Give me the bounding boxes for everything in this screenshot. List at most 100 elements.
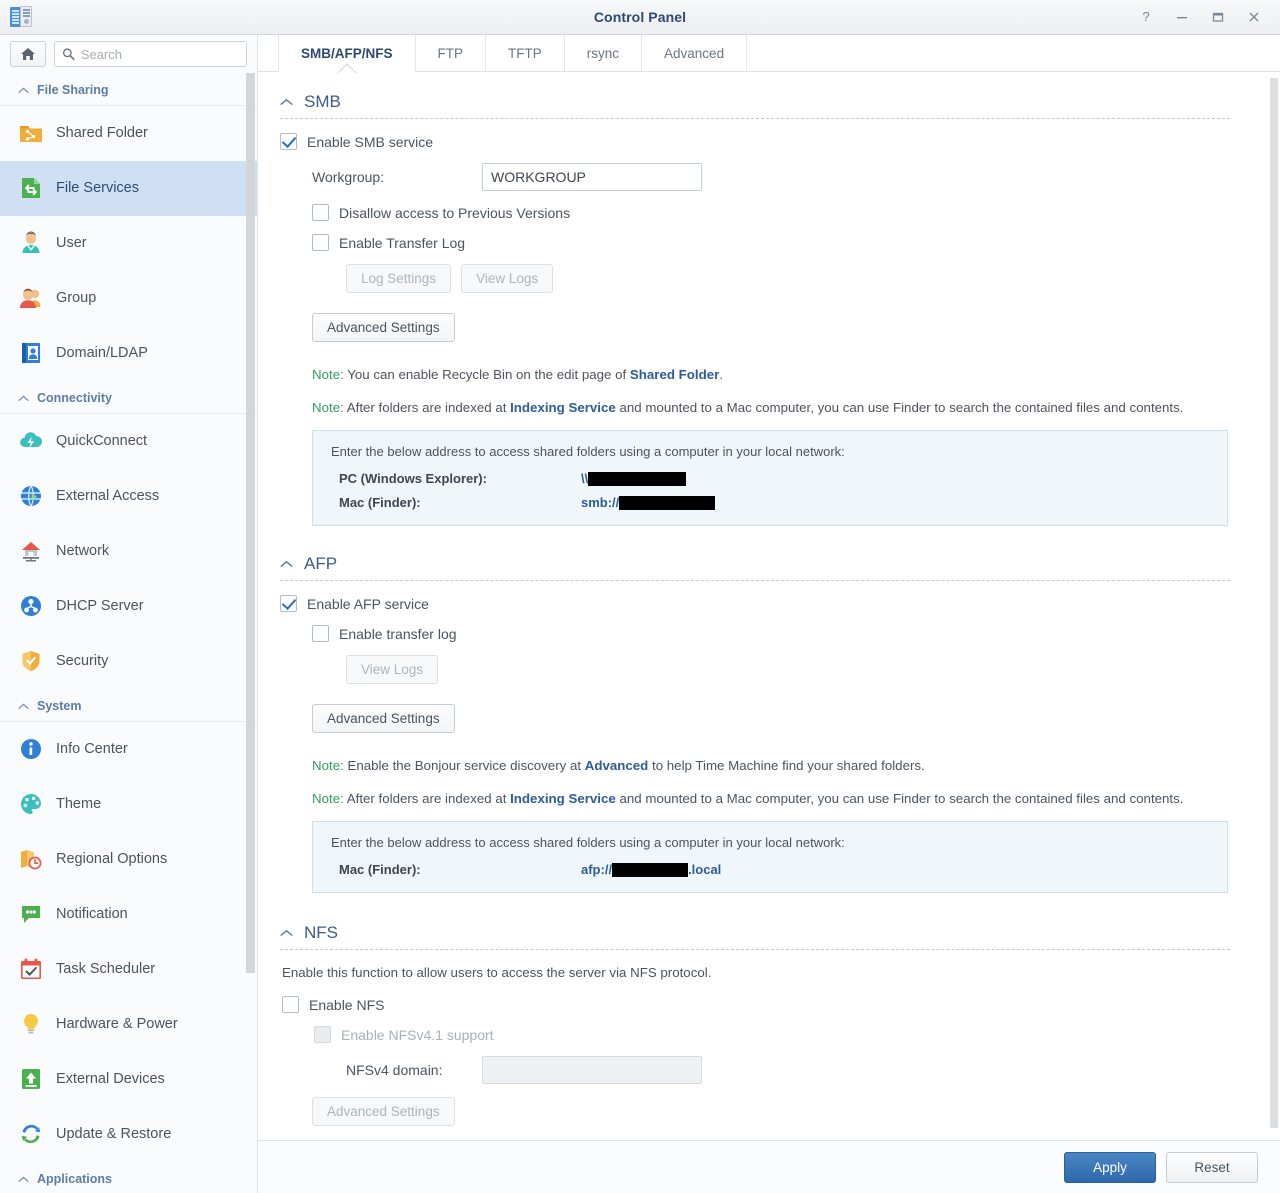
reset-button[interactable]: Reset	[1166, 1151, 1258, 1183]
sidebar-item-shared-folder[interactable]: Shared Folder	[0, 106, 257, 161]
enable-transfer-log-checkbox[interactable]	[312, 234, 329, 251]
sidebar-group-applications[interactable]: Applications	[0, 1162, 257, 1193]
sidebar-item-theme[interactable]: Theme	[0, 777, 257, 832]
sidebar-item-label: Group	[56, 290, 97, 306]
afp-view-logs-button[interactable]: View Logs	[346, 655, 439, 684]
regional-options-icon	[18, 846, 44, 872]
section-title: AFP	[304, 554, 338, 573]
advanced-link[interactable]: Advanced	[585, 758, 649, 773]
content-scrollbar-thumb[interactable]	[1270, 78, 1278, 1128]
chevron-up-icon	[280, 98, 293, 105]
enable-smb-label[interactable]: Enable SMB service	[307, 134, 433, 150]
close-button[interactable]	[1236, 2, 1272, 32]
sidebar-item-user[interactable]: User	[0, 216, 257, 271]
enable-smb-checkbox[interactable]	[280, 133, 297, 150]
help-button[interactable]: ?	[1128, 2, 1164, 32]
section-header-afp[interactable]: AFP	[280, 548, 1230, 579]
sidebar-item-regional-options[interactable]: Regional Options	[0, 832, 257, 887]
external-devices-icon	[18, 1066, 44, 1092]
disallow-previous-versions-label[interactable]: Disallow access to Previous Versions	[339, 205, 570, 221]
minimize-button[interactable]	[1164, 2, 1200, 32]
note-text: After folders are indexed at	[343, 400, 511, 415]
indexing-service-link[interactable]: Indexing Service	[510, 400, 616, 415]
sidebar-item-dhcp-server[interactable]: DHCP Server	[0, 579, 257, 634]
sidebar-item-label: Notification	[56, 906, 128, 922]
nfsv4-domain-input[interactable]	[482, 1056, 702, 1084]
sidebar-item-domain-ldap[interactable]: Domain/LDAP	[0, 326, 257, 381]
nfs-advanced-settings-button[interactable]: Advanced Settings	[312, 1097, 455, 1126]
afp-enable-transfer-log-label[interactable]: Enable transfer log	[339, 626, 457, 642]
sidebar-item-notification[interactable]: Notification	[0, 887, 257, 942]
tab-tftp[interactable]: TFTP	[486, 35, 565, 72]
sidebar-group-connectivity[interactable]: Connectivity	[0, 381, 257, 414]
tab-advanced[interactable]: Advanced	[642, 35, 748, 72]
section-header-nfs[interactable]: NFS	[280, 917, 1230, 948]
mac-address-prefix: smb://	[581, 495, 620, 510]
sidebar-item-hardware-power[interactable]: Hardware & Power	[0, 997, 257, 1052]
note-text-end: .	[719, 367, 724, 382]
afp-view-logs-row: View Logs	[346, 655, 1230, 684]
nfs-description: Enable this function to allow users to a…	[282, 965, 712, 980]
apply-button[interactable]: Apply	[1064, 1151, 1156, 1183]
sidebar-scrollbar-thumb[interactable]	[246, 73, 255, 973]
enable-nfs-label[interactable]: Enable NFS	[309, 997, 384, 1013]
afp-address-infobox: Enter the below address to access shared…	[312, 821, 1228, 893]
redacted-hostname	[612, 862, 689, 877]
tab-rsync[interactable]: rsync	[565, 35, 643, 72]
sidebar-group-label: Applications	[37, 1172, 113, 1186]
section-header-smb[interactable]: SMB	[280, 86, 1230, 117]
smb-view-logs-button[interactable]: View Logs	[461, 264, 554, 293]
search-input[interactable]	[80, 46, 246, 62]
note-lead: Note:	[312, 367, 344, 382]
sidebar-group-file-sharing[interactable]: File Sharing	[0, 73, 257, 106]
afp-advanced-settings-button[interactable]: Advanced Settings	[312, 704, 455, 733]
sidebar-item-external-access[interactable]: External Access	[0, 469, 257, 524]
window-body: File Sharing Shared Folder	[0, 35, 1280, 1193]
content-scrollbar[interactable]	[1270, 78, 1278, 1134]
tab-smb-afp-nfs[interactable]: SMB/AFP/NFS	[278, 35, 416, 73]
section-title: NFS	[304, 923, 338, 942]
home-button[interactable]	[10, 41, 46, 67]
tab-ftp[interactable]: FTP	[416, 35, 487, 72]
sidebar-item-file-services[interactable]: File Services	[0, 161, 257, 216]
sidebar-item-group[interactable]: Group	[0, 271, 257, 326]
smb-enable-row: Enable SMB service	[280, 133, 1230, 150]
afp-enable-transfer-log-checkbox[interactable]	[312, 625, 329, 642]
search-box[interactable]	[53, 41, 247, 67]
shared-folder-link[interactable]: Shared Folder	[630, 367, 719, 382]
sidebar-item-info-center[interactable]: Info Center	[0, 722, 257, 777]
section-divider	[280, 580, 1230, 581]
sidebar-item-label: Shared Folder	[56, 125, 148, 141]
log-settings-button[interactable]: Log Settings	[346, 264, 452, 293]
indexing-service-link[interactable]: Indexing Service	[510, 791, 616, 806]
smb-note-recycle-bin: Note: You can enable Recycle Bin on the …	[312, 364, 1228, 385]
sidebar-item-label: Theme	[56, 796, 102, 812]
enable-nfsv41-checkbox	[314, 1026, 331, 1043]
sidebar-toolbar	[0, 35, 257, 73]
window-title: Control Panel	[593, 9, 687, 25]
disallow-previous-versions-checkbox[interactable]	[312, 204, 329, 221]
sidebar-item-external-devices[interactable]: External Devices	[0, 1052, 257, 1107]
section-title: SMB	[304, 92, 341, 111]
chevron-up-icon	[18, 395, 29, 401]
sidebar-item-label: Hardware & Power	[56, 1016, 178, 1032]
quickconnect-icon	[18, 428, 44, 454]
enable-nfs-checkbox[interactable]	[282, 996, 299, 1013]
sidebar-item-update-restore[interactable]: Update & Restore	[0, 1107, 257, 1162]
sidebar-group-system[interactable]: System	[0, 689, 257, 722]
nfs-domain-row: NFSv4 domain:	[346, 1056, 1230, 1084]
sidebar-item-task-scheduler[interactable]: Task Scheduler	[0, 942, 257, 997]
enable-transfer-log-label[interactable]: Enable Transfer Log	[339, 235, 465, 251]
chevron-up-icon	[18, 87, 29, 93]
sidebar-item-network[interactable]: Network	[0, 524, 257, 579]
enable-afp-label[interactable]: Enable AFP service	[307, 596, 429, 612]
smb-advanced-settings-button[interactable]: Advanced Settings	[312, 313, 455, 342]
maximize-button[interactable]	[1200, 2, 1236, 32]
sidebar-item-label: Task Scheduler	[56, 961, 156, 977]
enable-afp-checkbox[interactable]	[280, 595, 297, 612]
pc-address-prefix: \\	[581, 471, 589, 486]
sidebar-item-quickconnect[interactable]: QuickConnect	[0, 414, 257, 469]
workgroup-input[interactable]	[482, 163, 702, 191]
sidebar-item-security[interactable]: Security	[0, 634, 257, 689]
mac-address-label: Mac (Finder):	[339, 495, 421, 510]
